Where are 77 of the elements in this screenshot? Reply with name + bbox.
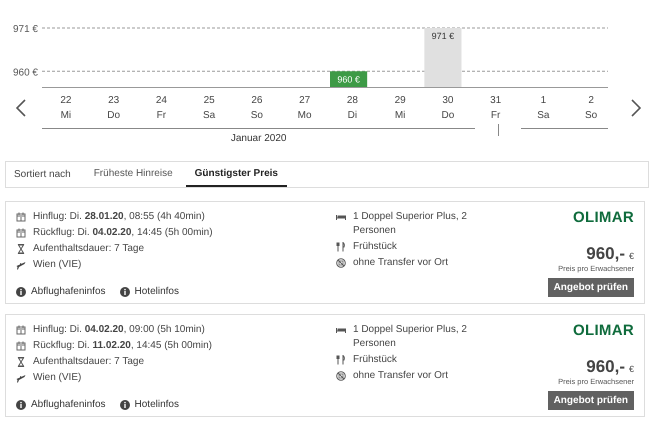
brand-logo: OLIMAR — [573, 209, 634, 226]
calendar-icon — [16, 341, 26, 351]
info-link[interactable]: Hotelinfos — [120, 286, 179, 297]
flight-detail: Hinflug: Di. 04.02.20, 09:00 (5h 10min) — [33, 323, 205, 337]
airplane-icon — [16, 373, 26, 383]
cutlery-icon — [336, 355, 346, 365]
no-bus-icon — [336, 258, 346, 268]
flight-detail: Hinflug: Di. 28.01.20, 08:55 (4h 40min) — [33, 210, 205, 224]
weekday-label[interactable]: Mo — [298, 108, 312, 123]
weekday-label[interactable]: Mi — [60, 108, 72, 123]
weekday-label[interactable]: So — [250, 108, 263, 123]
info-icon — [120, 400, 130, 410]
day-number[interactable]: 29 — [394, 93, 406, 108]
bar-value-label: 960 € — [337, 74, 360, 84]
flight-detail: Rückflug: Di. 11.02.20, 14:45 (5h 00min) — [33, 339, 212, 353]
bed-icon — [336, 212, 346, 222]
day-number[interactable]: 2 — [588, 93, 594, 108]
info-icon — [16, 400, 26, 410]
hotel-detail: 1 Doppel Superior Plus, 2 Personen — [353, 210, 468, 238]
day-number[interactable]: 23 — [108, 93, 120, 108]
hotel-detail: 1 Doppel Superior Plus, 2 Personen — [353, 323, 468, 351]
check-offer-button[interactable]: Angebot prüfen — [548, 278, 634, 297]
hotel-detail: Frühstück — [353, 240, 397, 254]
bed-icon — [336, 325, 346, 335]
price-bar[interactable] — [330, 71, 368, 87]
flight-detail: Wien (VIE) — [33, 371, 82, 385]
bar-value-label: 971 € — [432, 31, 454, 41]
day-number[interactable]: 22 — [60, 93, 72, 108]
hotel-detail: ohne Transfer vor Ort — [353, 256, 448, 270]
flight-detail: Aufenthaltsdauer: 7 Tage — [33, 242, 144, 256]
weekday-label[interactable]: So — [585, 108, 598, 123]
weekday-label[interactable]: Fr — [156, 108, 166, 123]
flight-detail: Wien (VIE) — [33, 258, 82, 272]
day-number[interactable]: 26 — [251, 93, 262, 108]
weekday-label[interactable]: Do — [441, 108, 454, 123]
price: 960,- — [586, 244, 625, 264]
day-number[interactable]: 25 — [204, 93, 215, 108]
info-icon — [120, 286, 130, 296]
currency: € — [628, 364, 634, 374]
sort-label: Sortiert nach — [13, 168, 72, 182]
day-number[interactable]: 1 — [540, 93, 546, 108]
calendar-icon — [16, 325, 26, 335]
hotel-detail: ohne Transfer vor Ort — [353, 369, 448, 383]
check-offer-button[interactable]: Angebot prüfen — [548, 391, 634, 410]
flight-detail: Aufenthaltsdauer: 7 Tage — [33, 355, 144, 369]
y-axis-label: 971 € — [12, 24, 38, 35]
y-axis-label: 960 € — [12, 67, 38, 78]
currency: € — [628, 251, 634, 261]
cutlery-icon — [336, 242, 346, 252]
weekday-label[interactable]: Do — [107, 108, 120, 123]
sort-tab[interactable]: Günstigster Preis — [186, 162, 287, 187]
weekday-label[interactable]: Mi — [394, 108, 406, 123]
price: 960,- — [586, 357, 625, 377]
info-icon — [16, 286, 26, 296]
calendar-icon — [16, 228, 26, 238]
day-number[interactable]: 24 — [156, 93, 167, 108]
day-number[interactable]: 31 — [490, 93, 502, 108]
weekday-label[interactable]: Fr — [490, 108, 500, 123]
hourglass-icon — [16, 357, 26, 367]
weekday-label[interactable]: Sa — [203, 108, 216, 123]
month-label: Januar 2020 — [230, 133, 286, 144]
day-number[interactable]: 30 — [442, 93, 454, 108]
weekday-label[interactable]: Di — [348, 108, 358, 123]
no-bus-icon — [336, 371, 346, 381]
sort-tab[interactable]: Früheste Hinreise — [84, 162, 182, 187]
info-link[interactable]: Abflughafeninfos — [16, 286, 106, 297]
day-number[interactable]: 27 — [299, 93, 310, 108]
info-link[interactable]: Hotelinfos — [120, 399, 179, 410]
info-link[interactable]: Abflughafeninfos — [16, 399, 106, 410]
hourglass-icon — [16, 244, 26, 254]
day-number[interactable]: 28 — [346, 93, 358, 108]
brand-logo: OLIMAR — [573, 322, 634, 339]
airplane-icon — [16, 260, 26, 270]
hotel-detail: Frühstück — [353, 353, 397, 367]
weekday-label[interactable]: Sa — [537, 108, 550, 123]
flight-detail: Rückflug: Di. 04.02.20, 14:45 (5h 00min) — [33, 226, 213, 240]
calendar-icon — [16, 212, 26, 222]
